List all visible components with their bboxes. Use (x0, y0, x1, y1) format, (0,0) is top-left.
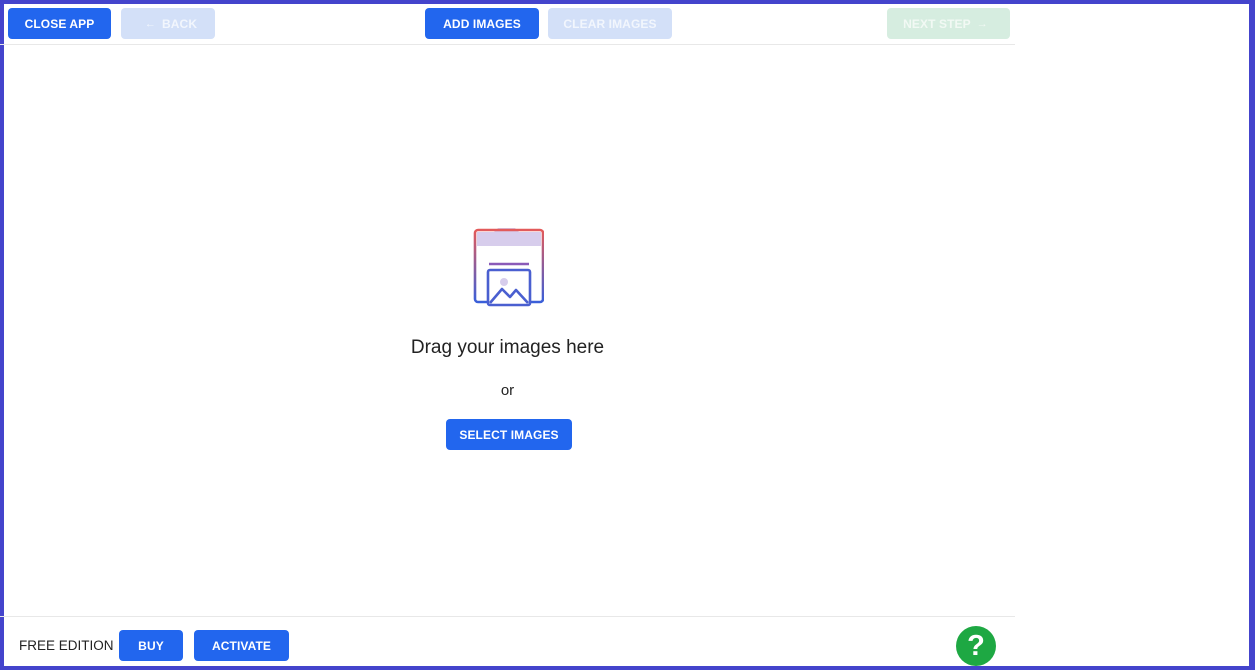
buy-button[interactable]: BUY (119, 630, 183, 661)
activate-button[interactable]: ACTIVATE (194, 630, 289, 661)
clear-images-label: CLEAR IMAGES (563, 16, 657, 31)
edition-label: FREE EDITION (19, 638, 114, 653)
close-app-button[interactable]: CLOSE APP (8, 8, 111, 39)
question-mark-icon: ? (967, 629, 985, 662)
arrow-left-icon: ← (144, 17, 157, 30)
arrow-right-icon: → (976, 17, 988, 30)
add-images-label: ADD IMAGES (443, 16, 521, 31)
back-button[interactable]: ← BACK (121, 8, 215, 39)
buy-label: BUY (138, 638, 164, 653)
activate-label: ACTIVATE (211, 638, 272, 653)
top-toolbar: CLOSE APP ← BACK ADD IMAGES CLEAR IMAGES… (0, 0, 1015, 45)
app-content: CLOSE APP ← BACK ADD IMAGES CLEAR IMAGES… (0, 0, 1015, 666)
bottom-bar: FREE EDITION BUY ACTIVATE ? (0, 616, 1015, 666)
help-button[interactable]: ? (956, 626, 996, 666)
next-step-label: NEXT STEP (903, 16, 971, 31)
folder-image-icon (473, 228, 544, 307)
drop-title: Drag your images here (410, 337, 605, 358)
image-dropzone[interactable]: Drag your images here or SELECT IMAGES (0, 46, 1015, 616)
next-step-button[interactable]: NEXT STEP → (887, 8, 1010, 39)
add-images-button[interactable]: ADD IMAGES (425, 8, 539, 39)
clear-images-button[interactable]: CLEAR IMAGES (548, 8, 672, 39)
drop-or-text: or (500, 382, 515, 399)
back-label: BACK (162, 16, 198, 31)
window-edge (1249, 0, 1251, 670)
select-images-label: SELECT IMAGES (459, 427, 559, 442)
select-images-button[interactable]: SELECT IMAGES (446, 419, 572, 450)
close-app-label: CLOSE APP (24, 16, 95, 31)
